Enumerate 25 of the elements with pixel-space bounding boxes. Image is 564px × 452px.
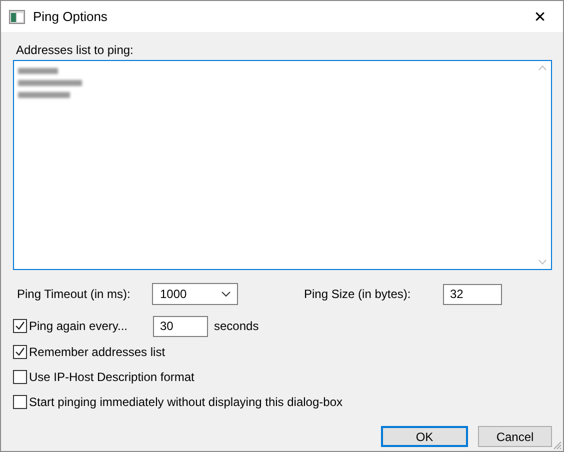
checkbox[interactable] xyxy=(13,345,27,359)
checkbox-label: Ping again every... xyxy=(29,319,129,333)
dialog-button[interactable]: OK xyxy=(381,426,468,447)
checkbox[interactable] xyxy=(13,395,27,409)
checkbox-label: Remember addresses list xyxy=(29,345,166,359)
window-title: Ping Options xyxy=(33,9,108,24)
close-button[interactable]: ✕ xyxy=(517,1,563,32)
blurred-text-drawing xyxy=(18,79,82,87)
timeout-dropdown[interactable]: 1000 xyxy=(152,283,238,305)
blurred-text-drawing xyxy=(18,91,70,99)
interval-field[interactable]: 30 xyxy=(153,316,208,336)
caret-icon xyxy=(221,291,231,297)
checkbox-label: Use IP-Host Description format xyxy=(29,370,194,384)
addresses-label: Addresses list to ping: xyxy=(16,43,134,57)
dialog-button[interactable]: Cancel xyxy=(478,426,552,447)
timeout-label: Ping Timeout (in ms): xyxy=(17,287,132,301)
size-field[interactable]: 32 xyxy=(443,284,502,304)
blurred-text-drawing xyxy=(18,67,58,75)
checkbox[interactable] xyxy=(13,319,27,333)
size-label: Ping Size (in bytes): xyxy=(304,287,412,301)
checkbox[interactable] xyxy=(13,370,27,384)
checkbox-label: Start pinging immediately without displaying this dialog-box xyxy=(29,395,342,409)
unit-label: seconds xyxy=(214,319,259,333)
app-icon xyxy=(9,10,25,24)
resize-grip-icon[interactable] xyxy=(552,440,562,450)
